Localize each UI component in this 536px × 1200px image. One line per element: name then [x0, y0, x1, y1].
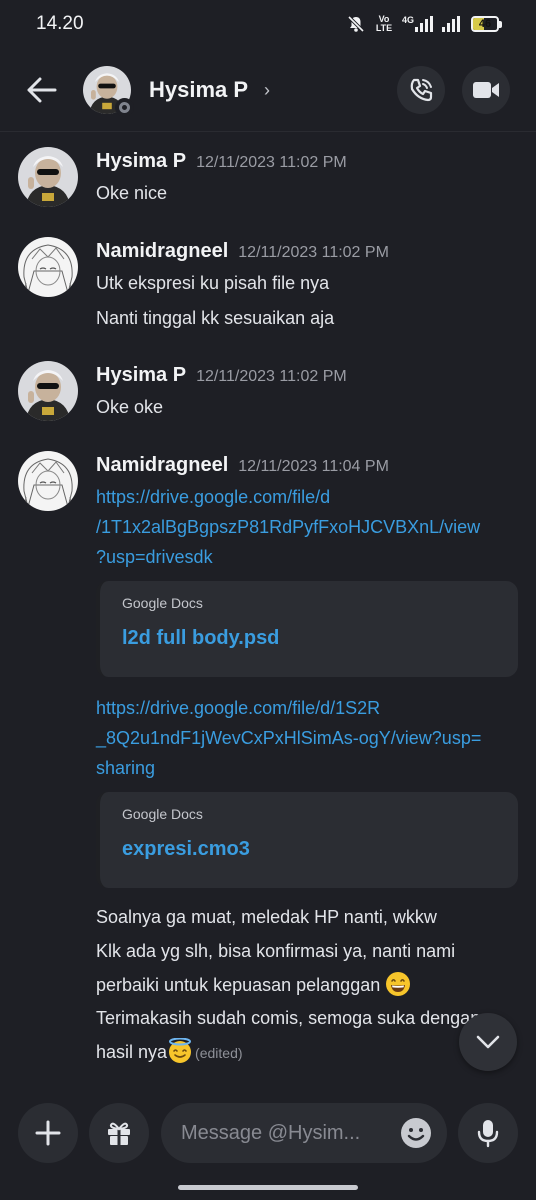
- status-bar: 14.20 Vo LTE 4G 46: [0, 0, 536, 50]
- edited-label: (edited): [195, 1045, 243, 1061]
- avatar-image: [18, 147, 78, 207]
- message-input[interactable]: Message @Hysim...: [161, 1103, 447, 1163]
- emoji-icon[interactable]: [399, 1116, 433, 1150]
- chevron-down-icon: [476, 1035, 500, 1049]
- message-text-with-emoji[interactable]: hasil nya (edited): [96, 1038, 243, 1064]
- composer-bar: Message @Hysim...: [0, 1088, 536, 1200]
- message-text: perbaiki untuk kepuasan pelanggan: [96, 975, 381, 995]
- message-group: Hysima P 12/11/2023 11:02 PM Oke oke: [0, 361, 536, 441]
- add-attachment-button[interactable]: [18, 1103, 78, 1163]
- contact-name[interactable]: Hysima P: [149, 77, 248, 103]
- voice-call-button[interactable]: [397, 66, 445, 114]
- presence-offline-indicator: [115, 98, 134, 117]
- message-text-with-emoji[interactable]: perbaiki untuk kepuasan pelanggan: [96, 971, 411, 997]
- plus-icon: [35, 1120, 61, 1146]
- battery-icon: 46: [471, 16, 502, 32]
- signal-bars-icon-2: [442, 16, 460, 32]
- author-name[interactable]: Namidragneel: [96, 454, 228, 476]
- chevron-right-icon[interactable]: ›: [264, 80, 270, 101]
- message-group: Namidragneel 12/11/2023 11:02 PM Utk eksp…: [0, 237, 536, 337]
- message-timestamp: 12/11/2023 11:02 PM: [196, 154, 347, 171]
- embed-title[interactable]: l2d full body.psd: [122, 627, 279, 650]
- signal-bars-icon: [415, 16, 433, 32]
- link-embed-card[interactable]: Google Docs l2d full body.psd: [96, 581, 518, 677]
- link-embed-card[interactable]: Google Docs expresi.cmo3: [96, 792, 518, 888]
- author-name[interactable]: Hysima P: [96, 150, 186, 172]
- drive-link-1-line[interactable]: https://drive.google.com/file/d: [96, 482, 330, 512]
- phone-call-icon: [410, 78, 433, 102]
- message-timestamp: 12/11/2023 11:02 PM: [238, 244, 389, 261]
- drive-link-2-line[interactable]: https://drive.google.com/file/d/1S2R: [96, 693, 380, 723]
- drive-link-2-line[interactable]: sharing: [96, 753, 155, 783]
- chat-screen: 14.20 Vo LTE 4G 46 Hysima P › Hysima P 1…: [0, 0, 536, 1200]
- grinning-face-emoji-icon: [386, 972, 411, 996]
- gift-icon: [108, 1122, 130, 1145]
- author-avatar[interactable]: [18, 237, 78, 297]
- message-input-placeholder: Message @Hysim...: [181, 1122, 361, 1144]
- author-name[interactable]: Hysima P: [96, 364, 186, 386]
- embed-provider: Google Docs: [122, 806, 203, 822]
- network-type: 4G: [401, 15, 414, 25]
- signal-4g-icon: 4G: [402, 16, 433, 32]
- author-avatar[interactable]: [18, 451, 78, 511]
- author-name[interactable]: Namidragneel: [96, 240, 228, 262]
- home-indicator[interactable]: [178, 1185, 358, 1190]
- mute-bell-icon: [347, 15, 365, 33]
- author-line: Namidragneel 12/11/2023 11:04 PM: [96, 454, 389, 477]
- status-time: 14.20: [36, 13, 84, 34]
- voice-message-button[interactable]: [458, 1103, 518, 1163]
- video-camera-icon: [473, 82, 499, 98]
- author-line: Hysima P 12/11/2023 11:02 PM: [96, 364, 347, 387]
- drive-link-1-line[interactable]: /1T1x2alBgBgpszP81RdPyfFxoHJCVBXnL/view: [96, 512, 480, 542]
- message-text[interactable]: Terimakasih sudah comis, semoga suka den…: [96, 1008, 480, 1029]
- message-text[interactable]: Oke oke: [96, 397, 163, 418]
- drive-link-1-line[interactable]: ?usp=drivesdk: [96, 542, 213, 572]
- volte-indicator: Vo LTE: [375, 14, 393, 33]
- message-text[interactable]: Nanti tinggal kk sesuaikan aja: [96, 308, 334, 329]
- gift-button[interactable]: [89, 1103, 149, 1163]
- drive-link-2-line[interactable]: _8Q2u1ndF1jWevCxPxHlSimAs-ogY/view?usp=: [96, 723, 481, 753]
- message-text[interactable]: Klk ada yg slh, bisa konfirmasi ya, nant…: [96, 941, 455, 962]
- status-icons: Vo LTE 4G 46: [346, 12, 502, 36]
- message-text[interactable]: Oke nice: [96, 183, 167, 204]
- arrow-left-icon: [27, 77, 57, 103]
- smiling-face-with-halo-emoji-icon: [169, 1038, 192, 1063]
- message-text[interactable]: Utk ekspresi ku pisah file nya: [96, 273, 329, 294]
- avatar-image: [18, 451, 78, 511]
- back-button[interactable]: [24, 72, 60, 108]
- microphone-icon: [477, 1120, 499, 1148]
- message-text: hasil nya: [96, 1042, 168, 1062]
- battery-percent: 46: [478, 18, 492, 30]
- embed-provider: Google Docs: [122, 595, 203, 611]
- jump-to-latest-button[interactable]: [459, 1013, 517, 1071]
- chat-header: Hysima P ›: [0, 50, 536, 132]
- author-avatar[interactable]: [18, 147, 78, 207]
- avatar-image: [18, 361, 78, 421]
- contact-avatar[interactable]: [83, 66, 134, 117]
- embed-title[interactable]: expresi.cmo3: [122, 838, 250, 861]
- message-timestamp: 12/11/2023 11:04 PM: [238, 458, 389, 475]
- message-text[interactable]: Soalnya ga muat, meledak HP nanti, wkkw: [96, 907, 437, 928]
- video-call-button[interactable]: [462, 66, 510, 114]
- message-group: Hysima P 12/11/2023 11:02 PM Oke nice: [0, 147, 536, 227]
- author-avatar[interactable]: [18, 361, 78, 421]
- message-timestamp: 12/11/2023 11:02 PM: [196, 368, 347, 385]
- message-list[interactable]: Hysima P 12/11/2023 11:02 PM Oke nice Nam…: [0, 133, 536, 1088]
- avatar-image: [18, 237, 78, 297]
- author-line: Namidragneel 12/11/2023 11:02 PM: [96, 240, 389, 263]
- author-line: Hysima P 12/11/2023 11:02 PM: [96, 150, 347, 173]
- message-group: Namidragneel 12/11/2023 11:04 PM https://…: [0, 451, 536, 1088]
